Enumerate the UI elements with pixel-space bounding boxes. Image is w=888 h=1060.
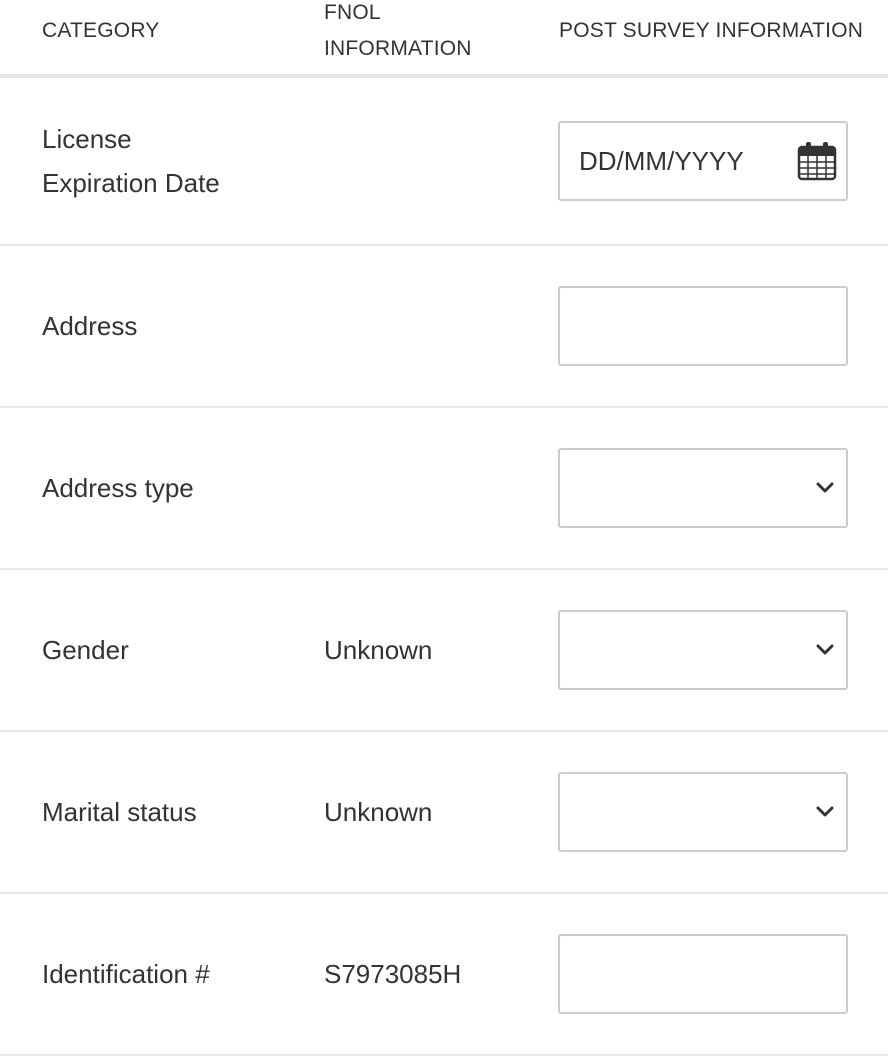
header-fnol-information: FNOL INFORMATION — [324, 0, 504, 67]
category-label-marital-status: Marital status — [42, 797, 197, 827]
identification-input[interactable] — [560, 936, 846, 1012]
label-line1: License — [42, 124, 132, 154]
table-row-address-type: Address type — [0, 408, 888, 570]
category-label-license-expiration-date: License Expiration Date — [42, 117, 282, 205]
category-label-address: Address — [42, 311, 138, 341]
label-line2: Expiration Date — [42, 168, 220, 198]
chevron-down-icon[interactable] — [814, 639, 836, 661]
fnol-value-identification: S7973085H — [324, 959, 462, 989]
address-type-select[interactable] — [558, 448, 848, 528]
marital-status-select[interactable] — [558, 772, 848, 852]
table-row-marital-status: Marital status Unknown — [0, 732, 888, 894]
identification-field[interactable] — [558, 934, 848, 1014]
address-field[interactable] — [558, 286, 848, 366]
license-expiration-date-field[interactable] — [558, 121, 848, 201]
table-header: CATEGORY FNOL INFORMATION POST SURVEY IN… — [0, 0, 888, 78]
post-survey-table: CATEGORY FNOL INFORMATION POST SURVEY IN… — [0, 0, 888, 1056]
category-label-address-type: Address type — [42, 473, 194, 503]
header-category: CATEGORY — [42, 19, 160, 42]
table-row-address: Address — [0, 246, 888, 408]
calendar-icon[interactable] — [795, 139, 839, 183]
table-row-identification: Identification # S7973085H — [0, 894, 888, 1056]
category-label-identification: Identification # — [42, 959, 210, 989]
header-post-survey-information: POST SURVEY INFORMATION — [559, 19, 864, 42]
header-fnol-line1: FNOL — [324, 1, 381, 24]
category-label-gender: Gender — [42, 635, 129, 665]
gender-select[interactable] — [558, 610, 848, 690]
fnol-value-gender: Unknown — [324, 635, 433, 665]
fnol-value-marital-status: Unknown — [324, 797, 433, 827]
chevron-down-icon[interactable] — [814, 801, 836, 823]
address-input[interactable] — [560, 288, 846, 364]
table-row-gender: Gender Unknown — [0, 570, 888, 732]
chevron-down-icon[interactable] — [814, 477, 836, 499]
table-row-license-expiration-date: License Expiration Date — [0, 78, 888, 246]
header-fnol-line2: INFORMATION — [324, 37, 472, 60]
